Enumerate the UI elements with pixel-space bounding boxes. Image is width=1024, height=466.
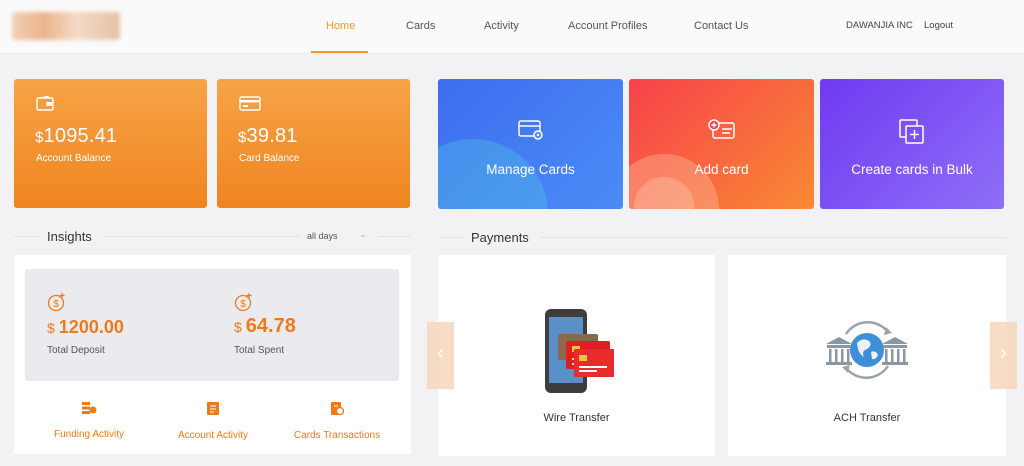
brand-logo[interactable] [12,12,120,40]
insights-period-select[interactable]: all days ⌄ [307,229,367,241]
phone-cards-icon [544,308,624,399]
dollar-coin-icon: $ [47,292,67,317]
ach-transfer-label: ACH Transfer [833,412,901,424]
add-card-tile[interactable]: Add card [629,79,814,209]
globe-banks-icon [824,318,910,387]
transactions-icon [292,401,382,421]
section-divider [104,236,300,237]
add-card-icon [707,119,736,146]
insights-title: Insights [47,229,92,244]
nav-cards[interactable]: Cards [406,20,435,32]
section-divider [438,237,464,238]
svg-text:$: $ [53,299,59,310]
chevron-left-icon: ‹ [437,342,444,364]
cards-transactions-link[interactable]: Cards Transactions [292,401,382,443]
credit-card-icon [239,96,261,116]
nav-account-profiles[interactable]: Account Profiles [568,20,647,32]
manage-cards-icon [517,119,544,146]
funding-icon [48,401,130,420]
account-activity-link[interactable]: Account Activity [172,401,254,443]
total-deposit-label: Total Deposit [47,345,105,356]
total-deposit-value: $1200.00 [47,317,124,337]
currency-symbol: $ [238,129,247,146]
section-divider [378,236,411,237]
nav-contact-us[interactable]: Contact Us [694,20,748,32]
add-card-label: Add card [694,162,749,177]
top-navbar: Home Cards Activity Account Profiles Con… [0,0,1024,54]
carousel-next-button[interactable]: › [990,322,1017,389]
nav-home[interactable]: Home [326,20,355,32]
account-balance-label: Account Balance [36,153,112,164]
manage-cards-label: Manage Cards [486,162,575,177]
dollar-coin-icon: $ [234,292,254,317]
currency-symbol: $ [35,129,44,146]
account-balance-value: 1095.41 [43,125,118,147]
section-divider [540,237,1006,238]
payments-title: Payments [471,230,529,245]
nav-activity[interactable]: Activity [484,20,519,32]
card-balance-card: $39.81 Card Balance [217,79,410,208]
create-cards-bulk-label: Create cards in Bulk [851,162,973,177]
wire-transfer-card[interactable]: Wire Transfer [438,255,715,456]
wire-transfer-label: Wire Transfer [543,412,610,424]
account-balance-card: $1095.41 Account Balance [14,79,207,208]
insights-period-value: all days [307,231,338,241]
company-name[interactable]: DAWANJIA INC [846,20,913,31]
manage-cards-tile[interactable]: Manage Cards [438,79,623,209]
total-spent-value: $64.78 [234,315,296,337]
total-spent-label: Total Spent [234,345,285,356]
wallet-icon [36,95,54,116]
chevron-down-icon: ⌄ [359,229,367,239]
create-cards-bulk-tile[interactable]: Create cards in Bulk [820,79,1004,209]
card-balance-value: 39.81 [246,125,298,147]
bulk-cards-icon [899,119,925,150]
carousel-prev-button[interactable]: ‹ [427,322,454,389]
ach-transfer-card[interactable]: ACH Transfer [728,255,1006,456]
logout-link[interactable]: Logout [924,20,953,31]
nav-active-indicator [311,51,368,53]
card-balance-label: Card Balance [239,153,300,164]
funding-activity-link[interactable]: Funding Activity [48,401,130,442]
svg-text:$: $ [240,299,246,310]
chevron-right-icon: › [1000,342,1007,364]
document-icon [172,401,254,421]
section-divider [14,236,40,237]
